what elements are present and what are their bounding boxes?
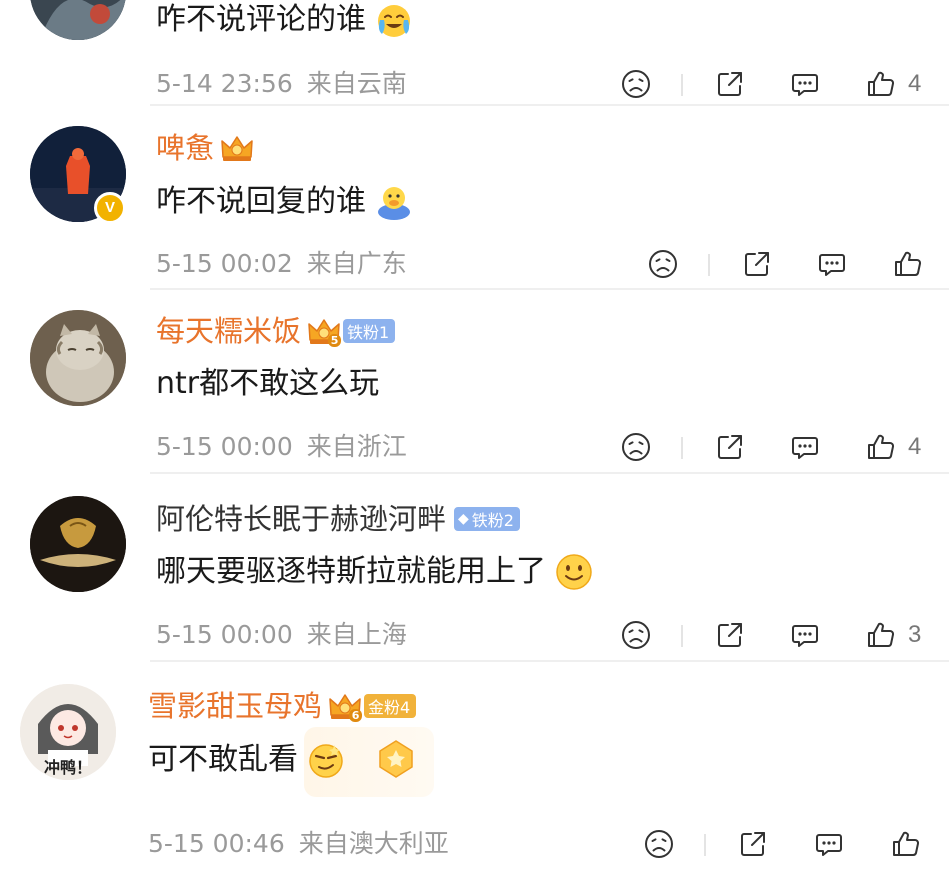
divider xyxy=(150,660,949,662)
separator xyxy=(681,437,683,459)
duck-emoji xyxy=(374,182,414,222)
comment-bubble-icon xyxy=(819,254,845,276)
comment-text: 哪天要驱逐特斯拉就能用上了 xyxy=(156,552,594,592)
separator xyxy=(704,834,706,856)
crown-level: 5 xyxy=(328,334,342,347)
username[interactable]: 阿伦特长眠于赫逊河畔 xyxy=(156,501,446,537)
avatar-image xyxy=(30,310,126,406)
comment-text: 咋不说回复的谁 xyxy=(156,182,414,222)
comment-text: ntr都不敢这么玩 xyxy=(156,366,380,401)
comment-actions: 4 xyxy=(0,66,949,106)
diamond-icon: ◆ xyxy=(458,511,469,527)
dislike-button[interactable] xyxy=(618,66,654,102)
crown-icon xyxy=(220,133,254,163)
share-icon xyxy=(718,435,742,459)
separator xyxy=(708,254,710,276)
separator xyxy=(681,74,683,96)
sly-emoji xyxy=(306,740,346,780)
comment-bubble-icon xyxy=(792,625,818,647)
frown-face-icon xyxy=(622,621,650,649)
share-icon xyxy=(741,832,765,856)
comment-actions: 4 xyxy=(0,429,949,469)
dislike-button[interactable] xyxy=(618,617,654,653)
crown-icon: 6 xyxy=(328,691,363,722)
username[interactable]: 每天糯米饭 xyxy=(156,313,301,349)
like-count: 3 xyxy=(908,621,922,648)
avatar[interactable]: 冲鸭！ xyxy=(20,684,116,780)
comment-text: 可不敢乱看 xyxy=(148,740,346,780)
separator xyxy=(681,625,683,647)
share-icon xyxy=(745,252,769,276)
crown-level: 6 xyxy=(349,709,363,722)
avatar-image xyxy=(30,496,126,592)
like-button[interactable] xyxy=(863,429,899,465)
reply-button[interactable] xyxy=(811,826,847,862)
comment-bubble-icon xyxy=(792,437,818,459)
avatar-image xyxy=(30,0,126,40)
dislike-button[interactable] xyxy=(618,429,654,465)
verified-badge: V xyxy=(94,192,126,224)
crown-icon: 5 xyxy=(307,316,342,347)
crying-laugh-emoji xyxy=(374,0,414,40)
divider xyxy=(150,104,949,106)
avatar[interactable] xyxy=(30,0,126,40)
comment-text: 咋不说评论的谁 xyxy=(156,0,414,40)
share-button[interactable] xyxy=(739,246,775,282)
name-row: 雪影甜玉母鸡 6 金粉4 xyxy=(148,688,417,724)
comment-actions xyxy=(0,826,949,866)
name-row: 每天糯米饭 5 铁粉1 xyxy=(156,313,396,349)
reply-button[interactable] xyxy=(787,617,823,653)
thumbs-up-icon xyxy=(895,251,922,277)
avatar[interactable] xyxy=(30,310,126,406)
frown-face-icon xyxy=(622,433,650,461)
thumbs-up-icon xyxy=(868,622,895,648)
avatar[interactable] xyxy=(30,496,126,592)
comment-bubble-icon xyxy=(816,834,842,856)
avatar-caption: 冲鸭！ xyxy=(44,758,93,777)
frown-face-icon xyxy=(645,830,673,858)
reply-button[interactable] xyxy=(814,246,850,282)
frown-face-icon xyxy=(649,250,677,278)
username[interactable]: 啤惫 xyxy=(156,130,214,166)
share-icon xyxy=(718,623,742,647)
thumbs-up-icon xyxy=(868,71,895,97)
fan-badge: 铁粉1 xyxy=(343,319,396,343)
comment-actions: 3 xyxy=(0,617,949,657)
thumbs-up-icon xyxy=(868,434,895,460)
frown-face-icon xyxy=(622,70,650,98)
like-count: 4 xyxy=(908,433,922,460)
share-button[interactable] xyxy=(735,826,771,862)
reply-button[interactable] xyxy=(787,429,823,465)
fan-badge: ◆ 铁粉2 xyxy=(454,507,520,531)
like-button[interactable] xyxy=(890,246,926,282)
comment-actions xyxy=(0,246,949,286)
like-button[interactable] xyxy=(863,617,899,653)
star-badge-icon xyxy=(379,740,413,778)
like-count: 4 xyxy=(908,70,922,97)
smile-emoji xyxy=(554,552,594,592)
divider xyxy=(150,472,949,474)
share-button[interactable] xyxy=(712,429,748,465)
like-button[interactable] xyxy=(863,66,899,102)
comment-bubble-icon xyxy=(792,74,818,96)
like-button[interactable] xyxy=(888,826,924,862)
divider xyxy=(150,288,949,290)
name-row: 啤惫 xyxy=(156,130,254,166)
name-row: 阿伦特长眠于赫逊河畔 ◆ 铁粉2 xyxy=(156,501,520,537)
dislike-button[interactable] xyxy=(645,246,681,282)
username[interactable]: 雪影甜玉母鸡 xyxy=(148,688,322,724)
share-button[interactable] xyxy=(712,617,748,653)
fan-badge: 金粉4 xyxy=(364,694,417,718)
thumbs-up-icon xyxy=(893,831,920,857)
share-button[interactable] xyxy=(712,66,748,102)
dislike-button[interactable] xyxy=(641,826,677,862)
reply-button[interactable] xyxy=(787,66,823,102)
share-icon xyxy=(718,72,742,96)
